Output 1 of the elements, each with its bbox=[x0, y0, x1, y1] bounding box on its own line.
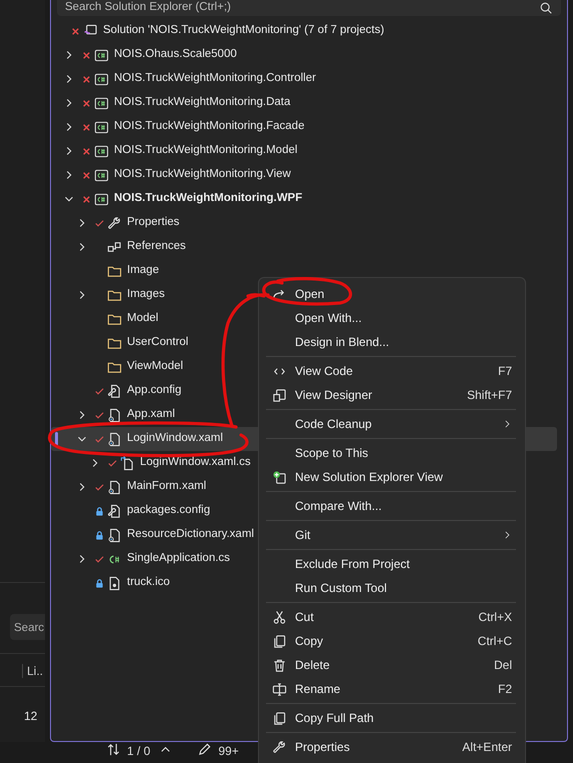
line-number: 12 bbox=[24, 709, 38, 723]
